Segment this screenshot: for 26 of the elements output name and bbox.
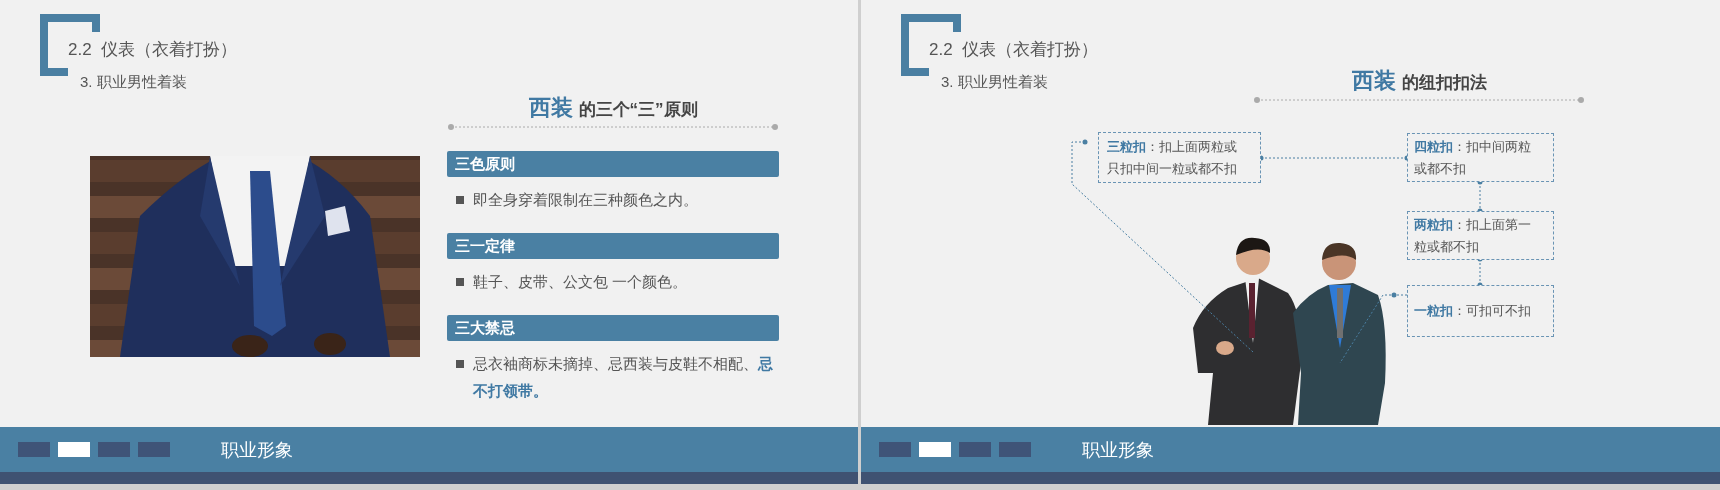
bullet-icon (456, 196, 464, 204)
bullet-text: 即全身穿着限制在三种颜色之内。 (473, 190, 698, 210)
section-title: 2.2 仪表（衣着打扮） (929, 39, 1099, 61)
section-header: 三色原则 (447, 151, 779, 177)
bracket-icon (40, 14, 100, 76)
note-box: 一粒扣：可扣可不扣 (1407, 285, 1554, 337)
note-box: 两粒扣：扣上面第一粒或都不扣 (1407, 211, 1554, 260)
section-title: 2.2 仪表（衣着打扮） (68, 39, 238, 61)
note-box: 四粒扣：扣中间两粒或都不扣 (1407, 133, 1554, 182)
heading-keyword: 西装 (528, 94, 573, 122)
bullet-icon (456, 278, 464, 286)
bullet-text: 忌衣袖商标未摘掉、忌西装与皮鞋不相配、忌不打领带。 (473, 354, 774, 401)
section-header: 三大禁忌 (447, 315, 779, 341)
section-header: 三一定律 (447, 233, 779, 259)
bullet-text: 鞋子、皮带、公文包 一个颜色。 (473, 272, 688, 292)
heading-text: 的三个“三”原则 (578, 99, 698, 121)
section-subtitle: 3. 职业男性着装 (80, 72, 188, 92)
footer-label: 职业形象 (1082, 438, 1154, 462)
connector-line (1339, 292, 1408, 364)
footer-label: 职业形象 (221, 438, 293, 462)
heading-keyword: 西装 (1351, 67, 1396, 95)
heading-text: 的纽扣扣法 (1401, 72, 1487, 94)
bullet-icon (456, 360, 464, 368)
bracket-icon (901, 14, 961, 76)
note-box: 三粒扣：扣上面两粒或只扣中间一粒或都不扣 (1098, 132, 1261, 183)
section-subtitle: 3. 职业男性着装 (941, 72, 1049, 92)
